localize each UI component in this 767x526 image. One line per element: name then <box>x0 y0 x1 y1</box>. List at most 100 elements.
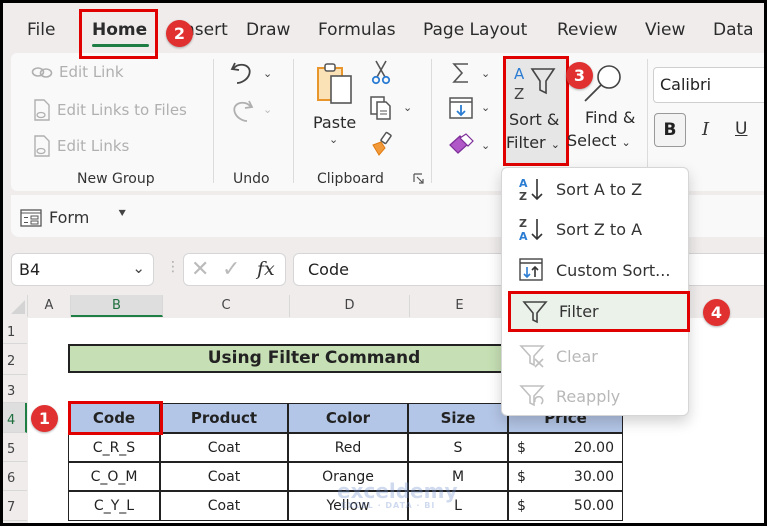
row-header-2[interactable]: 2 <box>3 344 27 375</box>
formula-controls: ✕ ✓ fx <box>183 253 286 286</box>
edit-link-button[interactable]: Edit Link <box>31 63 124 81</box>
find-select-label-line2[interactable]: Select ⌄ <box>567 130 631 154</box>
name-box-chevron-icon[interactable]: ⌄ <box>132 259 145 277</box>
menu-item-reapply[interactable]: Reapply <box>502 377 688 415</box>
find-select-label-line1[interactable]: Find & <box>585 107 635 129</box>
fill-dropdown-chevron-icon[interactable]: ⌄ <box>481 101 490 114</box>
group-separator <box>213 59 214 183</box>
sort-filter-button[interactable]: AZ Sort & Filter ⌄ <box>503 56 569 166</box>
row-header-1[interactable]: 1 <box>3 318 27 344</box>
column-header-c[interactable]: C <box>163 295 290 317</box>
menu-item-sort-z-to-a[interactable]: ZA Sort Z to A <box>502 210 688 248</box>
currency-symbol: $ <box>517 469 526 485</box>
undo-dropdown-chevron-icon[interactable]: ⌄ <box>263 67 272 80</box>
customize-toolbar-icon[interactable]: ⯆ <box>117 207 127 222</box>
format-painter-icon[interactable] <box>369 131 395 157</box>
sort-ascending-icon: AZ <box>514 175 550 203</box>
copy-dropdown-chevron-icon[interactable]: ⌄ <box>403 101 412 114</box>
code-cell-highlight-box <box>68 401 163 435</box>
cancel-x-icon[interactable]: ✕ <box>191 257 209 282</box>
cell-code[interactable]: C_O_M <box>68 462 160 491</box>
sort-filter-icon: AZ <box>512 63 558 103</box>
header-cell-product[interactable]: Product <box>160 403 288 433</box>
column-header-b[interactable]: B <box>71 295 163 317</box>
form-icon[interactable] <box>20 209 42 227</box>
menu-item-label: Reapply <box>556 386 621 406</box>
edit-links-to-files-label: Edit Links to Files <box>57 101 187 119</box>
font-name-input[interactable]: Calibri <box>653 67 764 103</box>
cell-price[interactable]: $ 50.00 <box>508 491 623 521</box>
tab-page-layout[interactable]: Page Layout <box>423 20 527 40</box>
menu-item-label: Sort Z to A <box>556 219 643 239</box>
excel-window: File Home Insert Draw Formulas Page Layo… <box>3 3 764 523</box>
enter-check-icon[interactable]: ✓ <box>222 257 240 282</box>
column-header-e[interactable]: E <box>410 295 510 317</box>
menu-item-clear[interactable]: Clear <box>502 337 688 375</box>
row-header-3[interactable]: 3 <box>3 375 27 403</box>
name-box[interactable]: B4 ⌄ <box>11 253 154 286</box>
cell-product[interactable]: Coat <box>160 462 288 491</box>
svg-text:Z: Z <box>519 190 527 203</box>
menu-item-custom-sort[interactable]: Custom Sort... <box>502 251 688 289</box>
menu-item-filter[interactable]: Filter <box>508 291 690 332</box>
column-header-d[interactable]: D <box>290 295 410 317</box>
cell-color[interactable]: Red <box>288 433 408 462</box>
italic-button[interactable]: I <box>702 119 709 140</box>
tab-formulas[interactable]: Formulas <box>318 20 396 40</box>
insert-function-fx-icon[interactable]: fx <box>257 258 275 280</box>
form-button[interactable]: Form <box>49 208 89 227</box>
tab-draw[interactable]: Draw <box>246 20 290 40</box>
paste-label[interactable]: Paste <box>313 112 356 134</box>
row-header-7[interactable]: 7 <box>3 491 27 521</box>
sort-filter-label-line1: Sort & <box>509 110 560 129</box>
fill-down-icon[interactable] <box>449 97 473 119</box>
formula-bar-resize-handle[interactable]: ⋮ <box>166 259 180 275</box>
row-header-4[interactable]: 4 <box>3 403 27 433</box>
cut-scissors-icon[interactable] <box>371 59 391 85</box>
paste-icon[interactable] <box>315 61 355 107</box>
autosum-dropdown-chevron-icon[interactable]: ⌄ <box>481 67 490 80</box>
tab-file[interactable]: File <box>27 20 55 40</box>
cell-size[interactable]: S <box>408 433 508 462</box>
autosum-sigma-icon[interactable] <box>451 61 471 85</box>
menu-item-sort-a-to-z[interactable]: AZ Sort A to Z <box>502 170 688 208</box>
cell-code[interactable]: C_R_S <box>68 433 160 462</box>
menu-item-label: Filter <box>559 302 599 321</box>
svg-text:A: A <box>519 230 528 243</box>
paste-dropdown-chevron-icon[interactable]: ⌄ <box>329 133 338 146</box>
tab-data[interactable]: Data <box>713 20 754 40</box>
redo-dropdown-chevron-icon[interactable]: ⌄ <box>263 103 272 116</box>
menu-item-label: Custom Sort... <box>556 260 671 280</box>
row-header-5[interactable]: 5 <box>3 433 27 462</box>
select-all-corner[interactable] <box>3 295 28 317</box>
clipboard-dialog-launcher-icon[interactable] <box>413 173 425 185</box>
edit-links-to-files-button[interactable]: Edit Links to Files <box>33 99 187 121</box>
header-cell-size[interactable]: Size <box>408 403 508 433</box>
undo-icon[interactable] <box>229 59 255 87</box>
tab-view[interactable]: View <box>645 20 685 40</box>
svg-text:A: A <box>514 65 525 83</box>
redo-icon[interactable] <box>229 97 255 125</box>
sheet-title-cell[interactable]: Using Filter Command <box>68 344 518 373</box>
tab-review[interactable]: Review <box>557 20 618 40</box>
cell-price[interactable]: $ 20.00 <box>508 433 623 462</box>
edit-links-label: Edit Links <box>57 137 130 155</box>
edit-links-button[interactable]: Edit Links <box>33 135 129 157</box>
cell-price[interactable]: $ 30.00 <box>508 462 623 491</box>
menu-item-label: Sort A to Z <box>556 179 643 199</box>
cell-product[interactable]: Coat <box>160 433 288 462</box>
header-cell-color[interactable]: Color <box>288 403 408 433</box>
column-header-a[interactable]: A <box>28 295 71 317</box>
clear-dropdown-chevron-icon[interactable]: ⌄ <box>481 139 490 152</box>
svg-text:Z: Z <box>514 85 524 103</box>
group-label-undo: Undo <box>233 171 270 187</box>
clear-eraser-icon[interactable] <box>448 133 474 155</box>
bold-button[interactable]: B <box>654 113 686 147</box>
row-header-6[interactable]: 6 <box>3 462 27 491</box>
price-value: 30.00 <box>573 469 614 485</box>
underline-button[interactable]: U <box>735 119 747 139</box>
cell-code[interactable]: C_Y_L <box>68 491 160 521</box>
step-badge-1: 1 <box>31 405 58 432</box>
copy-icon[interactable] <box>369 95 393 121</box>
cell-product[interactable]: Coat <box>160 491 288 521</box>
